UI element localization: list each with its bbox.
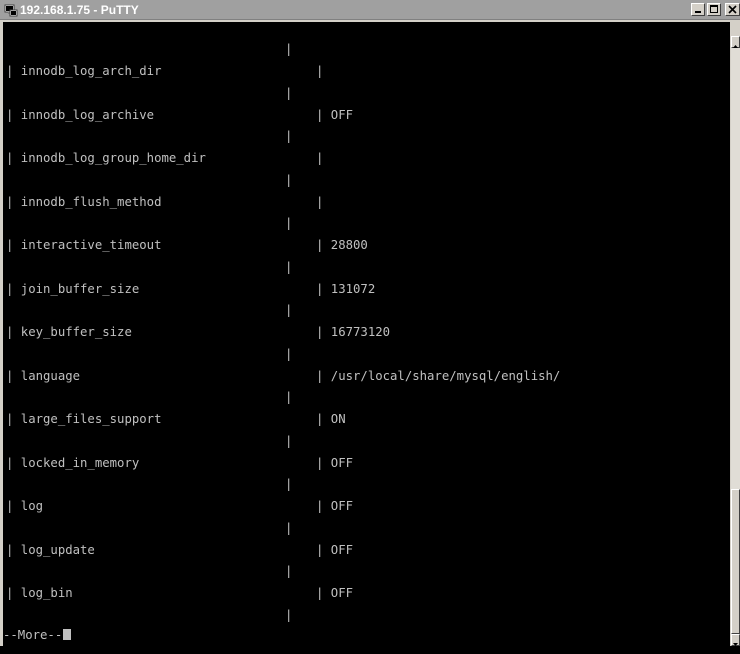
variable-value: | 16773120 [316, 325, 391, 339]
variable-name: | log_bin [6, 586, 73, 600]
variable-name: | large_files_support [6, 412, 162, 426]
column-separator: | [285, 42, 293, 56]
minimize-button[interactable] [691, 3, 705, 16]
putty-window: 192.168.1.75 - PuTTY | | innodb_log_arch_… [0, 0, 740, 646]
table-row: | log_update | OFF [3, 543, 730, 557]
variable-name: | innodb_flush_method [6, 194, 162, 209]
variable-name: | innodb_log_archive [6, 107, 155, 122]
variable-name: | innodb_log_arch_dir [6, 64, 162, 78]
column-separator: | [285, 477, 293, 491]
variable-name: | interactive_timeout [6, 238, 162, 252]
variable-value: | /usr/local/share/mysql/english/ [316, 368, 561, 383]
variable-value: | 28800 [316, 238, 368, 252]
text-cursor [63, 629, 72, 640]
variable-value: | OFF [316, 107, 354, 122]
variable-value: | OFF [316, 542, 354, 557]
arrow-down-icon [733, 643, 738, 646]
maximize-icon [710, 5, 718, 13]
table-row: | innodb_log_archive | OFF [3, 108, 730, 122]
window-title: 192.168.1.75 - PuTTY [20, 3, 139, 17]
variable-name: | locked_in_memory [6, 455, 140, 470]
table-row: | log | OFF [3, 499, 730, 513]
variable-value: | [316, 194, 324, 209]
table-row: | large_files_support | ON [3, 412, 730, 426]
column-separator: | [285, 520, 293, 535]
variable-value: | OFF [316, 499, 354, 513]
column-separator: | [285, 564, 293, 578]
maximize-button[interactable] [707, 3, 721, 16]
variable-value: | OFF [316, 586, 354, 600]
more-prompt: --More-- [3, 628, 72, 642]
column-separator: | [285, 216, 293, 230]
column-separator: | [285, 303, 293, 317]
variable-value: | 131072 [316, 281, 376, 296]
putty-icon[interactable] [4, 3, 18, 17]
more-prompt-text: --More-- [3, 628, 63, 642]
terminal-screen[interactable]: | | innodb_log_arch_dir | | | innodb_log_arc… [3, 22, 730, 646]
column-separator: | [285, 433, 293, 448]
variable-name: | join_buffer_size [6, 281, 140, 296]
variable-name: | log [6, 499, 44, 513]
column-separator: | [285, 129, 293, 143]
column-separator: | [285, 259, 293, 274]
table-row: | key_buffer_size | 16773120 [3, 325, 730, 339]
table-row: | innodb_flush_method | [3, 195, 730, 209]
table-row: | innodb_log_group_home_dir | [3, 151, 730, 165]
table-row: | join_buffer_size | 131072 [3, 282, 730, 296]
variable-value: | OFF [316, 455, 354, 470]
variable-name: | innodb_log_group_home_dir [6, 151, 206, 165]
close-icon [728, 5, 737, 14]
vertical-scrollbar[interactable] [731, 36, 740, 646]
variable-value: | [316, 64, 324, 78]
variable-name: | language [6, 368, 81, 383]
minimize-icon [695, 11, 701, 13]
table-row: | locked_in_memory | OFF [3, 456, 730, 470]
column-separator: | [285, 346, 293, 361]
title-bar[interactable]: 192.168.1.75 - PuTTY [0, 0, 740, 20]
scrollbar-thumb[interactable] [731, 489, 740, 634]
table-row: | language | /usr/local/share/mysql/engli… [3, 369, 730, 383]
column-separator: | [285, 172, 293, 187]
column-separator: | [285, 607, 293, 622]
variable-value: | [316, 151, 324, 165]
variable-name: | log_update [6, 542, 95, 557]
scroll-up-button[interactable] [731, 36, 740, 48]
variable-value: | ON [316, 412, 346, 426]
column-separator: | [285, 85, 293, 100]
arrow-up-icon [733, 45, 738, 48]
close-button[interactable] [725, 3, 740, 16]
scroll-down-button[interactable] [731, 634, 740, 646]
table-row: | interactive_timeout | 28800 [3, 238, 730, 252]
variable-name: | key_buffer_size [6, 325, 132, 339]
table-row: | log_bin | OFF [3, 586, 730, 600]
column-separator: | [285, 390, 293, 404]
table-row: | innodb_log_arch_dir | [3, 64, 730, 78]
